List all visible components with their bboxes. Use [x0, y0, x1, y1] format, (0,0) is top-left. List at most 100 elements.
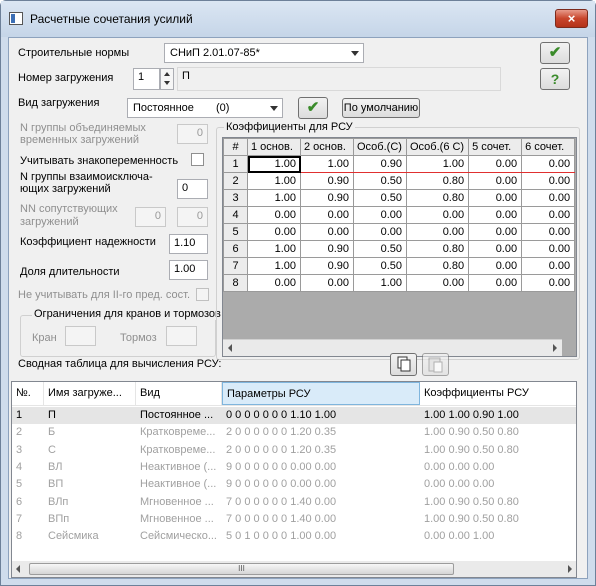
grid-cell[interactable]: 1.00 [300, 155, 354, 173]
group-combined-field[interactable]: 0 [177, 124, 208, 144]
grid-row-header[interactable]: 2 [223, 172, 248, 190]
grid-cell[interactable]: 0.00 [247, 206, 301, 224]
grid-cell[interactable]: 1.00 [247, 257, 301, 275]
grid-cell[interactable]: 0.00 [405, 274, 470, 292]
copy-button[interactable] [390, 353, 417, 376]
grid-cell[interactable]: 0.00 [521, 240, 576, 258]
grid-cell[interactable]: 0.00 [247, 274, 301, 292]
grid-row-header[interactable]: 7 [223, 257, 248, 275]
grid-cell[interactable]: 0.50 [353, 240, 407, 258]
summary-col-params[interactable]: Параметры РСУ [222, 382, 420, 405]
grid-cell[interactable]: 0.00 [521, 257, 576, 275]
grid-header-combo-6[interactable]: 6 сочет. [521, 138, 576, 156]
grid-row-header[interactable]: 5 [223, 223, 248, 241]
grid-cell[interactable]: 0.00 [468, 223, 523, 241]
grid-cell[interactable]: 0.90 [353, 155, 407, 173]
grid-cell[interactable]: 0.00 [521, 274, 576, 292]
grid-row-header[interactable]: 8 [223, 274, 248, 292]
group-exclusive-field[interactable]: 0 [177, 179, 208, 199]
grid-cell[interactable]: 0.80 [405, 172, 470, 190]
chevron-down-icon[interactable] [164, 81, 170, 85]
grid-cell[interactable]: 1.00 [247, 155, 301, 173]
grid-cell[interactable]: 0.00 [405, 223, 470, 241]
summary-row[interactable]: 7 ВПп Мгновенное ... 7 0 0 0 0 0 0 1.40 0.0… [12, 511, 576, 528]
grid-cell[interactable]: 0.80 [405, 189, 470, 207]
grid-header-basic-1[interactable]: 1 основ. [247, 138, 301, 156]
grid-header-special-s[interactable]: Особ.(С) [353, 138, 407, 156]
grid-cell[interactable]: 0.90 [300, 172, 354, 190]
grid-cell[interactable]: 0.90 [300, 257, 354, 275]
grid-header-basic-2[interactable]: 2 основ. [300, 138, 354, 156]
grid-cell[interactable]: 0.00 [247, 223, 301, 241]
chevron-up-icon[interactable] [164, 72, 170, 76]
grid-row-header[interactable]: 3 [223, 189, 248, 207]
norms-select[interactable]: СНиП 2.01.07-85* [164, 43, 364, 63]
grid-cell[interactable]: 0.90 [300, 189, 354, 207]
grid-cell[interactable]: 0.00 [405, 206, 470, 224]
summary-col-type[interactable]: Вид [136, 382, 222, 405]
grid-cell[interactable]: 0.50 [353, 257, 407, 275]
grid-row-header[interactable]: 6 [223, 240, 248, 258]
close-button[interactable]: × [555, 9, 588, 28]
grid-cell[interactable]: 0.00 [468, 172, 523, 190]
grid-cell[interactable]: 1.00 [405, 155, 470, 173]
summary-row[interactable]: 2 Б Кратковреме... 2 0 0 0 0 0 0 1.20 0.35 1… [12, 424, 576, 441]
ok-button[interactable]: ✔ [540, 42, 570, 64]
grid-row-header[interactable]: 1 [223, 155, 248, 173]
grid-cell[interactable]: 1.00 [247, 189, 301, 207]
grid-cell[interactable]: 0.00 [300, 223, 354, 241]
grid-cell[interactable]: 0.00 [521, 155, 576, 173]
summary-row[interactable]: 1 П Постоянное ... 0 0 0 0 0 0 0 1.10 1.00 1… [12, 407, 576, 424]
grid-cell[interactable]: 1.00 [247, 172, 301, 190]
grid-cell[interactable]: 0.00 [300, 274, 354, 292]
grid-header-combo-5[interactable]: 5 сочет. [468, 138, 523, 156]
arrow-left-icon[interactable] [16, 565, 20, 573]
summary-row[interactable]: 8 Сейсмика Сейсмическо... 5 0 1 0 0 0 0 1.0… [12, 528, 576, 545]
summary-col-number[interactable]: №. [12, 382, 44, 405]
sign-variable-checkbox[interactable] [191, 153, 204, 166]
scroll-thumb[interactable]: III [29, 563, 454, 575]
load-type-select[interactable]: Постоянное (0) [127, 98, 283, 118]
grid-cell[interactable]: 0.00 [521, 189, 576, 207]
arrow-left-icon[interactable] [228, 344, 232, 352]
reliability-field[interactable]: 1.10 [169, 234, 208, 254]
grid-cell[interactable]: 0.90 [300, 240, 354, 258]
paste-button[interactable] [422, 353, 449, 376]
arrow-right-icon[interactable] [553, 344, 557, 352]
grid-cell[interactable]: 0.00 [468, 155, 523, 173]
grid-cell[interactable]: 0.00 [353, 223, 407, 241]
load-number-spinner[interactable] [160, 68, 174, 90]
grid-cell[interactable]: 0.00 [468, 257, 523, 275]
summary-row[interactable]: 4 ВЛ Неактивное (... 9 0 0 0 0 0 0 0.00 0.0… [12, 459, 576, 476]
grid-row-header[interactable]: 4 [223, 206, 248, 224]
grid-header-special-6s[interactable]: Особ.(6 С) [405, 138, 470, 156]
grid-cell[interactable]: 0.00 [521, 223, 576, 241]
grid-cell[interactable]: 0.00 [353, 206, 407, 224]
duration-field[interactable]: 1.00 [169, 260, 208, 280]
load-number-field[interactable]: 1 [133, 68, 160, 90]
grid-cell[interactable]: 0.00 [468, 206, 523, 224]
summary-col-coeffs[interactable]: Коэффициенты РСУ [420, 382, 576, 405]
grid-cell[interactable]: 0.00 [521, 206, 576, 224]
brake-field[interactable] [166, 326, 197, 346]
summary-row[interactable]: 6 ВЛп Мгновенное ... 7 0 0 0 0 0 0 1.40 0.0… [12, 494, 576, 511]
summary-col-name[interactable]: Имя загруже... [44, 382, 136, 405]
summary-row[interactable]: 3 С Кратковреме... 2 0 0 0 0 0 0 1.20 0.35 1… [12, 442, 576, 459]
summary-hscrollbar[interactable]: III [12, 561, 576, 577]
grid-cell[interactable]: 0.50 [353, 172, 407, 190]
grid-cell[interactable]: 1.00 [353, 274, 407, 292]
grid-cell[interactable]: 0.00 [300, 206, 354, 224]
grid-cell[interactable]: 1.00 [247, 240, 301, 258]
grid-cell[interactable]: 0.00 [468, 189, 523, 207]
grid-cell[interactable]: 0.00 [468, 274, 523, 292]
ignore-2nd-checkbox[interactable] [196, 288, 209, 301]
accompanying-field-2[interactable]: 0 [177, 207, 208, 227]
help-button[interactable]: ? [540, 68, 570, 90]
grid-cell[interactable]: 0.80 [405, 257, 470, 275]
crane-field[interactable] [65, 326, 96, 346]
grid-cell[interactable]: 0.80 [405, 240, 470, 258]
default-button[interactable]: По умолчанию [342, 98, 420, 118]
grid-cell[interactable]: 0.00 [468, 240, 523, 258]
apply-button[interactable]: ✔ [298, 97, 328, 119]
summary-row[interactable]: 5 ВП Неактивное (... 9 0 0 0 0 0 0 0.00 0.0… [12, 476, 576, 493]
